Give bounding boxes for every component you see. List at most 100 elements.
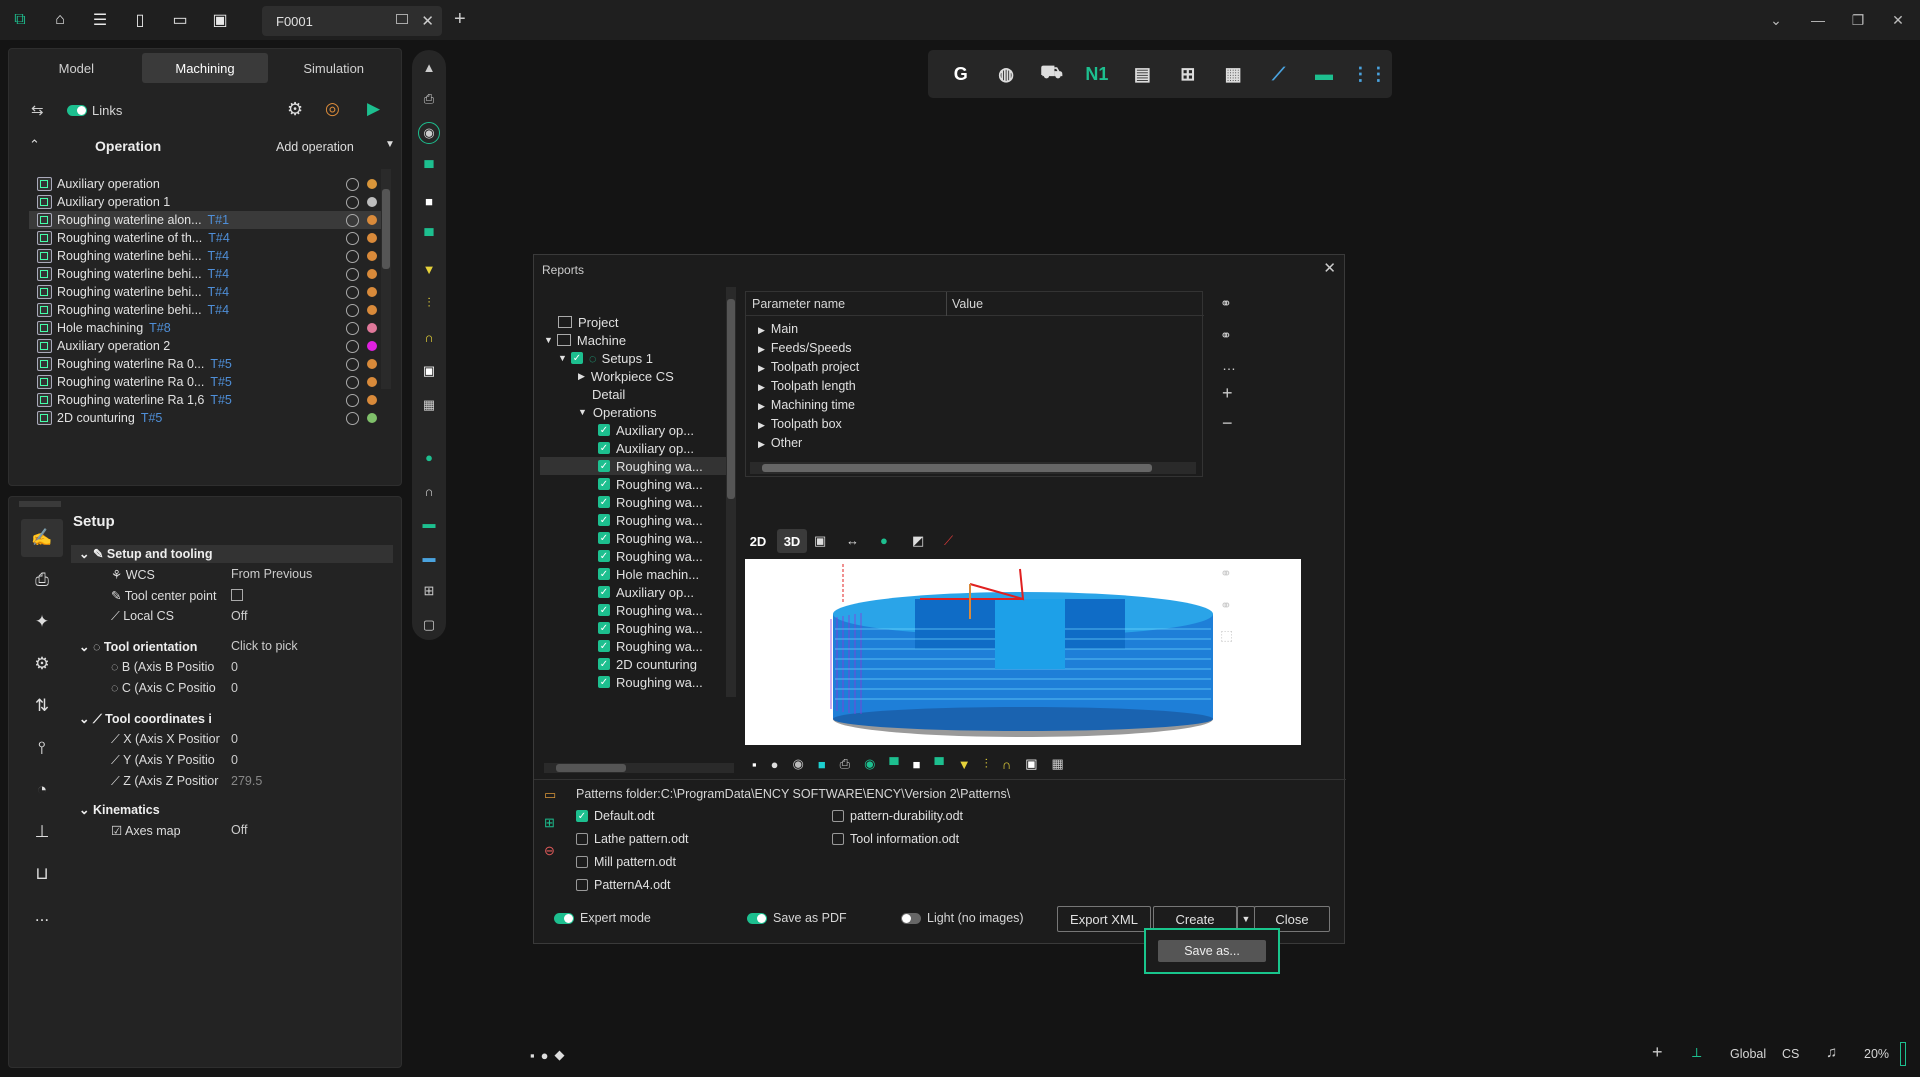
tree-op-checkbox[interactable]: ✓ [598,532,610,544]
local-cs-value[interactable]: Off [231,609,247,623]
mill-view-icon[interactable]: ▀ [889,757,898,772]
unlink-preview-icon[interactable]: ⚭ [1220,597,1232,614]
tab-simulation[interactable]: Simulation [270,53,397,83]
operation-color-dot[interactable] [367,359,377,369]
app-logo-icon[interactable]: ⧉ [0,0,40,40]
operation-row[interactable]: Roughing waterline behi... T#4 [29,283,387,301]
expand-icon[interactable]: ▶ [758,401,765,411]
zoom-level[interactable]: 20% [1864,1047,1889,1061]
operation-row[interactable]: Roughing waterline behi... T#4 [29,265,387,283]
operation-tool[interactable]: T#4 [208,231,230,245]
gift-icon[interactable]: ⊞ [1165,54,1210,94]
tree-op-checkbox[interactable]: ✓ [598,604,610,616]
expand-icon[interactable]: ▶ [758,344,765,354]
links-switch[interactable] [67,105,87,116]
measure-icon[interactable]: ↔ [846,533,859,548]
calculator-icon[interactable]: ▦ [1210,54,1255,94]
visibility-icon[interactable] [346,231,359,245]
inspect-icon[interactable]: ◍ [983,54,1028,94]
document-tab[interactable]: F0001 ✕ [262,6,442,36]
tab-model[interactable]: Model [13,53,140,83]
pattern-item[interactable]: PatternA4.odt [576,876,670,894]
operation-tool[interactable]: T#5 [141,411,163,425]
operation-scrollbar[interactable] [381,169,391,389]
fixture-view-icon[interactable]: ▀ [935,757,944,772]
tree-op-checkbox[interactable]: ✓ [598,478,610,490]
pattern-checkbox[interactable] [576,879,588,891]
clamp-icon[interactable]: ⊔ [21,855,63,893]
visibility-icon[interactable] [346,375,359,389]
tab-machining[interactable]: Machining [141,53,269,83]
tree-op-checkbox[interactable]: ✓ [598,622,610,634]
nc-icon[interactable]: N1 [1074,54,1119,94]
tree-operation-item[interactable]: ✓ Roughing wa... [598,475,703,493]
axes-map-value[interactable]: Off [231,823,247,837]
printer-icon[interactable]: ⎙ [418,88,440,110]
pattern-item[interactable]: pattern-durability.odt [832,807,963,825]
view-icon[interactable]: ▬ [418,546,440,568]
parameter-row[interactable]: ▶ Toolpath project [758,360,859,374]
axis-x-value[interactable]: 0 [231,732,238,746]
restore-icon[interactable]: ❐ [1838,0,1878,40]
tree-op-checkbox[interactable]: ✓ [598,550,610,562]
open-folder-icon[interactable]: ▭ [160,0,200,40]
settings-doc-icon[interactable]: ▤ [1120,54,1165,94]
visibility-icon[interactable] [346,285,359,299]
pattern-checkbox[interactable] [832,833,844,845]
tree-op-checkbox[interactable]: ✓ [598,424,610,436]
wcs-value[interactable]: From Previous [231,567,312,581]
operation-tool[interactable]: T#5 [210,393,232,407]
operation-color-dot[interactable] [367,413,377,423]
link-preview-icon[interactable]: ⚭ [1220,565,1232,582]
magnet-view-icon[interactable]: ∩ [1002,757,1011,772]
parameter-row[interactable]: ▶ Machining time [758,398,855,412]
plus-icon[interactable]: + [1222,383,1233,404]
tree-operation-item[interactable]: ✓ Auxiliary op... [598,421,694,439]
drop-icon[interactable]: ● [880,533,888,548]
tree-op-checkbox[interactable]: ✓ [598,496,610,508]
operation-row[interactable]: Roughing waterline Ra 1,6 T#5 [29,391,387,409]
pattern-checkbox[interactable] [832,810,844,822]
setup-tab-icon[interactable]: ✍ [21,519,63,557]
operation-tool[interactable]: T#5 [210,375,232,389]
operation-tool[interactable]: T#4 [208,303,230,317]
parameter-row[interactable]: ▶ Main [758,322,798,336]
operation-row[interactable]: Auxiliary operation [29,175,387,193]
tree-operation-item[interactable]: ✓ Auxiliary op... [598,439,694,457]
link-icon[interactable]: ⚭ [1220,295,1232,312]
operation-color-dot[interactable] [367,395,377,405]
tree-op-checkbox[interactable]: ✓ [598,514,610,526]
operation-tool[interactable]: T#8 [149,321,171,335]
tree-operations[interactable]: ▼ Operations [578,403,657,421]
visibility-icon[interactable] [346,303,359,317]
operation-color-dot[interactable] [367,251,377,261]
view-2d-button[interactable]: 2D [745,529,771,553]
pattern-checkbox[interactable]: ✓ [576,810,588,822]
cs-label[interactable]: CS [1782,1047,1799,1061]
visibility-icon[interactable] [346,267,359,281]
operation-tool[interactable]: T#4 [208,267,230,281]
operation-color-dot[interactable] [367,341,377,351]
tree-op-checkbox[interactable]: ✓ [598,676,610,688]
refresh-icon[interactable]: G [938,54,983,94]
chat-icon[interactable]: ▢ [418,614,440,636]
settings-icon[interactable]: ⚙ [21,645,63,683]
transfer-icon[interactable]: ⇅ [21,687,63,725]
cube-small-icon[interactable]: ▪ [530,1048,535,1063]
visibility-icon[interactable] [346,177,359,191]
close-tab-icon[interactable]: ✕ [421,12,434,30]
tree-workpiece[interactable]: ▶ Workpiece CS [578,367,674,385]
chevron-up-icon[interactable]: ⌃ [29,137,40,153]
tree-hscrollbar[interactable] [544,763,734,773]
hatch-icon[interactable]: ▦ [418,394,440,416]
operation-tool[interactable]: T#5 [210,357,232,371]
links-icon[interactable]: ⇆ [31,101,44,119]
tree-op-checkbox[interactable]: ✓ [598,442,610,454]
parameter-row[interactable]: ▶ Other [758,436,802,450]
pattern-checkbox[interactable] [576,856,588,868]
links-toggle[interactable]: Links [67,103,122,118]
tree-operation-item[interactable]: ✓ Roughing wa... [598,529,703,547]
add-pattern-icon[interactable]: ⊞ [544,815,555,831]
close-window-icon[interactable]: ✕ [1878,0,1918,40]
axis-z-value[interactable]: 279.5 [231,774,262,788]
